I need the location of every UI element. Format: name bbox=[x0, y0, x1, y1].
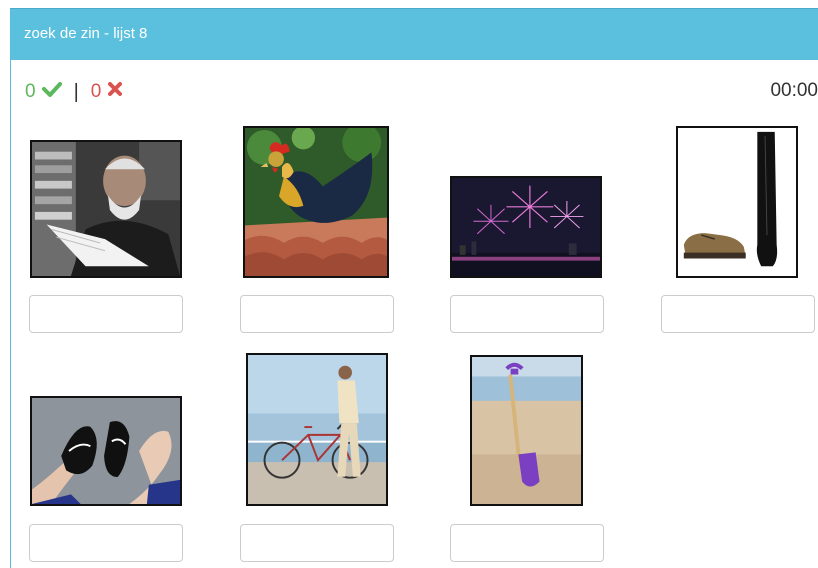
score-bar: 0 | 0 bbox=[25, 80, 123, 104]
correct-count: 0 bbox=[25, 81, 36, 102]
answer-input-2[interactable] bbox=[240, 295, 394, 333]
image-feet-sneakers bbox=[30, 396, 182, 506]
image-old-man-reading bbox=[30, 140, 182, 278]
image-fireworks bbox=[450, 176, 602, 278]
check-icon bbox=[41, 81, 62, 103]
image-rooster bbox=[243, 126, 389, 278]
image-spade-in-sand bbox=[470, 355, 583, 506]
wrong-count: 0 bbox=[90, 81, 102, 102]
score-separator: | bbox=[73, 80, 79, 103]
image-boot-and-shoe bbox=[676, 126, 798, 278]
answer-input-7[interactable] bbox=[450, 524, 604, 562]
image-man-with-bicycle bbox=[246, 353, 388, 506]
cross-icon bbox=[107, 81, 123, 103]
answer-input-4[interactable] bbox=[661, 295, 815, 333]
answer-input-1[interactable] bbox=[29, 295, 183, 333]
panel-header: zoek de zin - lijst 8 bbox=[10, 8, 818, 60]
answer-input-6[interactable] bbox=[240, 524, 394, 562]
page-title: zoek de zin - lijst 8 bbox=[24, 25, 148, 42]
answer-input-5[interactable] bbox=[29, 524, 183, 562]
answer-input-3[interactable] bbox=[450, 295, 604, 333]
timer: 00:00 bbox=[770, 80, 818, 101]
panel-border bbox=[10, 8, 11, 568]
